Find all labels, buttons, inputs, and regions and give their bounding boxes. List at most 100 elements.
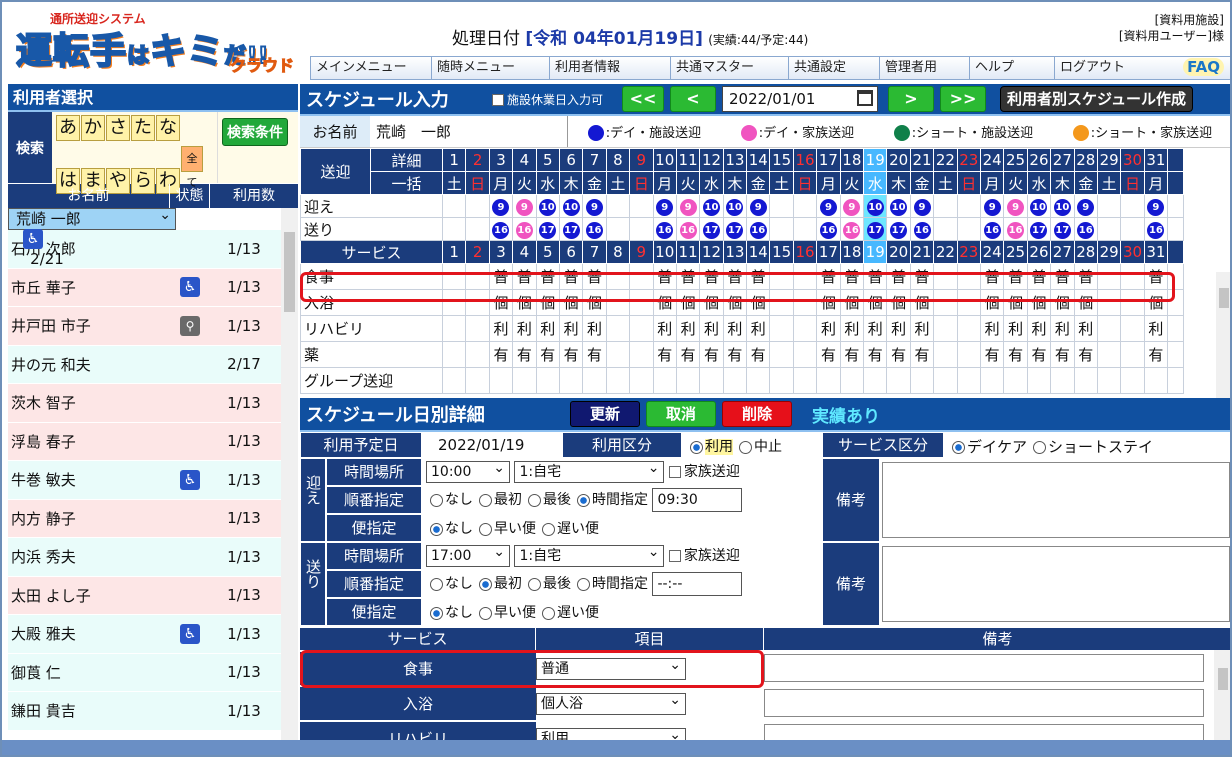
user-row[interactable]: 太田 よし子 1/13 (8, 576, 298, 615)
drop-cell[interactable]: 17 (1026, 217, 1052, 241)
service-cell[interactable]: 利 (675, 315, 701, 342)
menu-common-settings[interactable]: 共通設定 (788, 57, 879, 79)
pickup-cell[interactable] (1096, 194, 1122, 218)
drop-cell[interactable]: 16 (512, 217, 537, 241)
user-row[interactable]: 内方 静子 1/13 (8, 499, 298, 538)
user-list-scrollbar[interactable] (281, 208, 298, 742)
service-cell[interactable] (1096, 341, 1122, 368)
drop-cell[interactable]: 17 (558, 217, 584, 241)
drop-cell[interactable]: 16 (746, 217, 771, 241)
service-cell[interactable] (441, 315, 467, 342)
service-cell[interactable] (1120, 315, 1145, 342)
service-cell[interactable]: 利 (839, 315, 865, 342)
per-user-schedule-button[interactable]: 利用者別スケジュール作成 (1000, 86, 1193, 112)
service-cell[interactable] (746, 367, 771, 394)
service-cell[interactable] (979, 367, 1005, 394)
service-cell[interactable] (722, 367, 748, 394)
user-row[interactable]: 御莨 仁 1/13 (8, 653, 298, 692)
pickup-cell[interactable]: 9 (1143, 194, 1169, 218)
service-cell[interactable] (1003, 367, 1028, 394)
menu-adhoc[interactable]: 随時メニュー (431, 57, 549, 79)
pickup-cell[interactable] (441, 194, 467, 218)
service-cell[interactable]: 利 (512, 315, 537, 342)
pickup-remarks-textarea[interactable] (882, 462, 1230, 538)
drop-cell[interactable]: 17 (863, 217, 888, 241)
service-cell[interactable] (792, 367, 818, 394)
pickup-cell[interactable]: 9 (512, 194, 537, 218)
pickup-cell[interactable]: 9 (488, 194, 514, 218)
service-cell[interactable]: 利 (488, 315, 514, 342)
service-cell[interactable] (441, 341, 467, 368)
pickup-order-radios[interactable]: なし 最初 最後 時間指定 09:30 (424, 488, 743, 512)
drop-cell[interactable] (1096, 217, 1122, 241)
service-cell[interactable] (769, 341, 794, 368)
user-row[interactable]: 市丘 華子 ♿ 1/13 (8, 268, 298, 307)
service-cell[interactable]: 有 (675, 341, 701, 368)
service-cell[interactable]: 有 (558, 341, 584, 368)
service-cell[interactable]: 有 (909, 341, 935, 368)
service-cell[interactable] (1096, 367, 1122, 394)
drop-cell[interactable]: 16 (839, 217, 865, 241)
menu-main[interactable]: メインメニュー (310, 57, 431, 79)
pickup-cell[interactable] (629, 194, 654, 218)
menu-common-master[interactable]: 共通マスター (670, 57, 788, 79)
service-remarks-textarea[interactable] (764, 689, 1204, 717)
faq-icon[interactable]: FAQ (1183, 58, 1224, 76)
pickup-cell[interactable]: 10 (558, 194, 584, 218)
service-cell[interactable] (629, 367, 654, 394)
service-cell[interactable]: 有 (816, 341, 841, 368)
user-row[interactable]: 浮島 春子 1/13 (8, 422, 298, 461)
service-cell[interactable] (465, 367, 490, 394)
drop-cell[interactable]: 16 (979, 217, 1005, 241)
user-row[interactable]: 荒崎 一郎 ♿ 2/21 (8, 208, 176, 268)
pickup-cell[interactable] (1120, 194, 1145, 218)
drop-cell[interactable]: 17 (535, 217, 560, 241)
pickup-cell[interactable]: 9 (816, 194, 841, 218)
service-cell[interactable]: 利 (652, 315, 677, 342)
prev-month-button[interactable]: << (622, 86, 664, 112)
service-cell[interactable] (933, 315, 958, 342)
service-cell[interactable]: 有 (1050, 341, 1075, 368)
pickup-place-select[interactable]: 1:自宅 (514, 458, 665, 483)
pickup-cell[interactable]: 10 (535, 194, 560, 218)
service-cell[interactable]: 有 (886, 341, 911, 368)
service-cell[interactable]: 利 (746, 315, 771, 342)
service-cell[interactable]: 利 (816, 315, 841, 342)
drop-cell[interactable]: 17 (699, 217, 724, 241)
service-cell[interactable] (1096, 315, 1122, 342)
service-cell[interactable] (956, 315, 981, 342)
pickup-cell[interactable]: 9 (652, 194, 677, 218)
calendar-icon[interactable] (857, 90, 873, 106)
pickup-cell[interactable]: 9 (1003, 194, 1028, 218)
service-cell[interactable]: 有 (1003, 341, 1028, 368)
pickup-cell[interactable]: 9 (582, 194, 607, 218)
service-cell[interactable]: 利 (1050, 315, 1075, 342)
drop-cell[interactable] (605, 217, 631, 241)
service-cell[interactable]: 利 (979, 315, 1005, 342)
drop-cell[interactable] (1120, 217, 1145, 241)
service-cell[interactable] (465, 315, 490, 342)
drop-cell[interactable] (792, 217, 818, 241)
drop-cell[interactable]: 16 (816, 217, 841, 241)
service-cell[interactable]: 有 (722, 341, 748, 368)
service-cell[interactable]: 有 (1143, 341, 1169, 368)
service-cell[interactable] (652, 367, 677, 394)
service-cell[interactable] (909, 367, 935, 394)
pickup-cell[interactable]: 10 (863, 194, 888, 218)
pickup-cell[interactable]: 10 (1026, 194, 1052, 218)
drop-cell[interactable]: 16 (1143, 217, 1169, 241)
service-cell[interactable] (933, 367, 958, 394)
drop-bin-radios[interactable]: なし 早い便 遅い便 (424, 602, 599, 622)
pickup-cell[interactable] (933, 194, 958, 218)
service-cell[interactable] (629, 341, 654, 368)
service-cell[interactable] (886, 367, 911, 394)
drop-cell[interactable] (769, 217, 794, 241)
service-cell[interactable] (465, 341, 490, 368)
drop-cell[interactable]: 16 (1073, 217, 1098, 241)
service-item-select[interactable]: 利用 (536, 725, 686, 740)
kana-button[interactable]: な (156, 115, 180, 141)
service-cell[interactable]: 利 (1143, 315, 1169, 342)
pickup-time-input[interactable]: 09:30 (652, 488, 743, 512)
service-cell[interactable]: 利 (1026, 315, 1052, 342)
drop-cell[interactable]: 16 (1003, 217, 1028, 241)
